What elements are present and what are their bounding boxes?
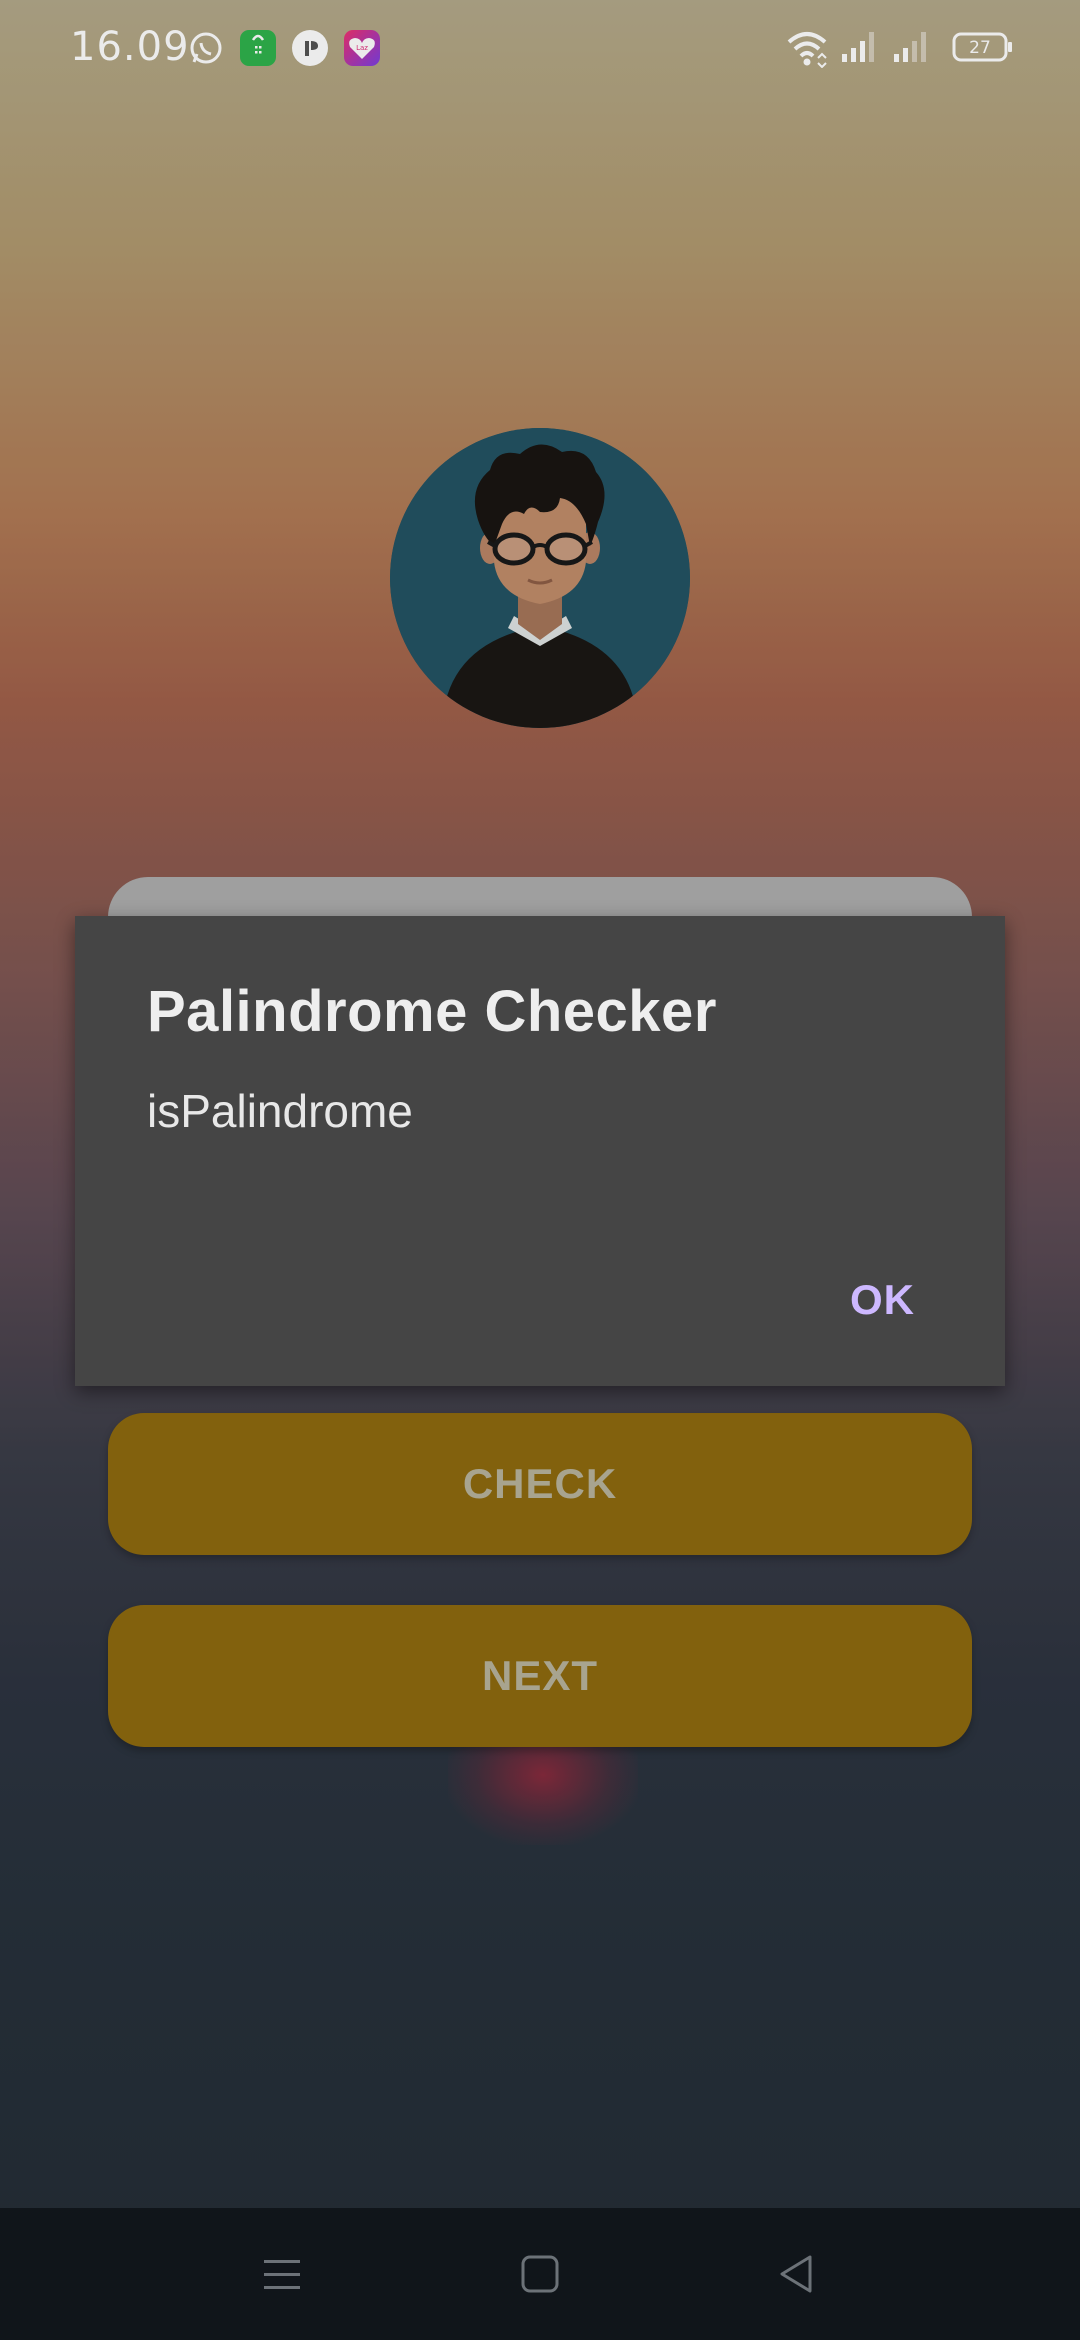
back-icon[interactable] <box>766 2244 826 2304</box>
screen: 16.09 Laz 27 CHECK NEXT Palindrome Check… <box>0 0 1080 2340</box>
ok-button[interactable]: OK <box>850 1276 915 1324</box>
dialog-message: isPalindrome <box>147 1085 413 1137</box>
home-icon[interactable] <box>510 2244 570 2304</box>
menu-icon[interactable] <box>252 2244 312 2304</box>
alert-dialog: Palindrome Checker isPalindrome OK <box>75 916 1005 1386</box>
dialog-title: Palindrome Checker <box>147 979 717 1044</box>
navigation-bar <box>0 2208 1080 2340</box>
